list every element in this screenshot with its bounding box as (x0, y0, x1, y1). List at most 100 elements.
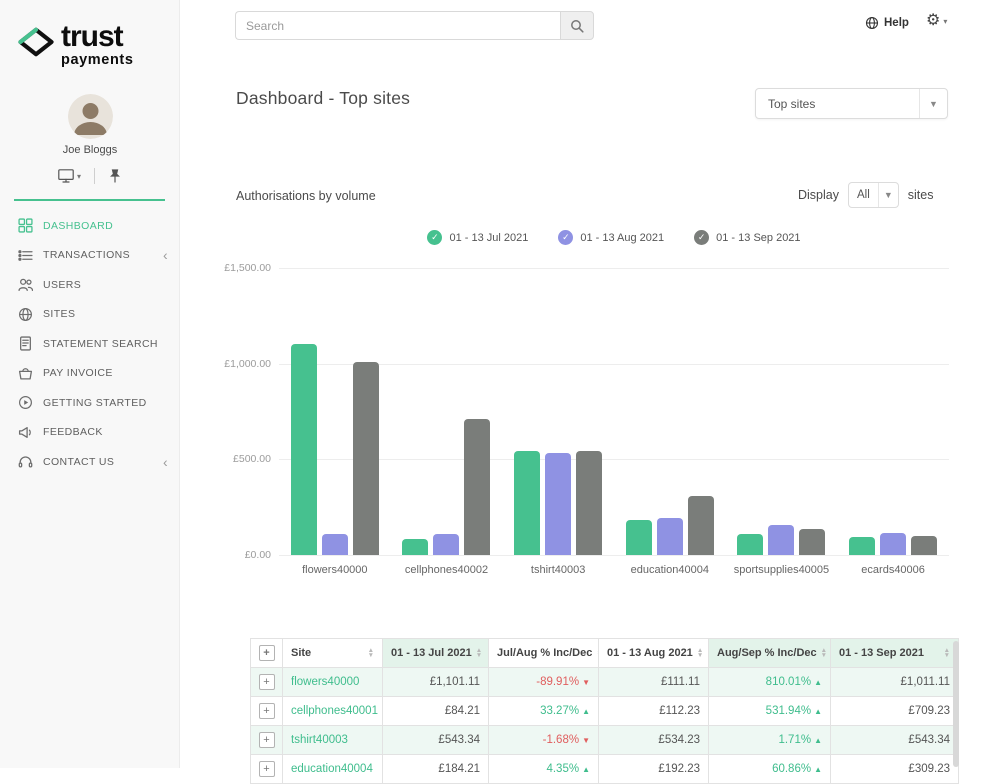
bar-group-sportsupplies40005 (737, 525, 826, 555)
bar-cellphones40002[interactable] (464, 419, 491, 555)
column-header[interactable]: 01 - 13 Sep 2021 ▲ ▼ (830, 638, 959, 668)
sidebar-item-sites[interactable]: SITES (0, 300, 180, 330)
x-axis-label: ecards40006 (861, 564, 925, 576)
sort-icon[interactable]: ▲▼ (944, 647, 950, 659)
sidebar-item-pay-invoice[interactable]: PAY INVOICE (0, 359, 180, 389)
trend-down-icon: ▼ (582, 678, 590, 687)
sidebar-item-contact-us[interactable]: CONTACT US ‹ (0, 447, 180, 477)
aug-sep-pct-cell: 60.86% ▲ (708, 754, 831, 784)
bar-cellphones40002[interactable] (402, 538, 429, 555)
aug-value-cell: £112.23 (598, 696, 709, 726)
help-button[interactable]: Help (865, 16, 909, 30)
column-header[interactable]: Jul/Aug % Inc/Dec▲▼ (488, 638, 599, 668)
search-bar (235, 11, 594, 40)
y-tick-label: £1,000.00 (224, 357, 271, 370)
bar-tshirt40003[interactable] (576, 451, 603, 555)
bar-ecards40006[interactable] (880, 533, 907, 555)
column-header[interactable]: 01 - 13 Jul 2021 ▲ ▼ (382, 638, 489, 668)
pin-icon (110, 169, 120, 183)
bar-flowers40000[interactable] (321, 533, 348, 555)
expand-row-button[interactable]: + (258, 674, 275, 690)
column-header-label: Jul/Aug % Inc/Dec (497, 647, 593, 659)
brand-name: trust (61, 20, 124, 53)
monitor-icon (58, 169, 74, 183)
check-icon: ✓ (694, 230, 710, 245)
bar-ecards40006[interactable] (849, 536, 876, 555)
avatar[interactable] (68, 94, 113, 139)
aug-value-cell: £192.23 (598, 754, 709, 784)
sidebar-item-feedback[interactable]: FEEDBACK (0, 418, 180, 448)
expand-row-button[interactable]: + (258, 761, 275, 777)
legend-item[interactable]: ✓ 01 - 13 Sep 2021 (694, 230, 801, 245)
sidebar-item-statement-search[interactable]: STATEMENT SEARCH (0, 329, 180, 359)
bar-sportsupplies40005[interactable] (768, 525, 795, 555)
site-link[interactable]: tshirt40003 (291, 734, 348, 746)
column-header[interactable]: 01 - 13 Aug 2021 ▲ ▼ (598, 638, 709, 668)
column-header[interactable]: Aug/Sep % Inc/Dec ▲ ▼ (708, 638, 831, 668)
scrollbar-thumb[interactable] (953, 641, 959, 767)
transactions-icon (18, 248, 33, 263)
expand-row-button[interactable]: + (258, 703, 275, 719)
sidebar-item-label: DASHBOARD (43, 219, 114, 232)
bar-flowers40000[interactable] (352, 361, 379, 555)
aug-sep-pct-cell: 1.71% ▲ (708, 725, 831, 755)
pin-button[interactable] (108, 169, 122, 183)
sort-icon[interactable]: ▲▼ (476, 647, 482, 659)
sidebar-item-transactions[interactable]: TRANSACTIONS ‹ (0, 241, 180, 271)
bar-sportsupplies40005[interactable] (737, 534, 764, 555)
jul-value-cell: £1,101.11 (382, 667, 489, 697)
site-link[interactable]: flowers40000 (291, 676, 359, 688)
expand-all-button[interactable]: + (258, 645, 275, 661)
trend-up-icon: ▲ (582, 765, 590, 774)
site-link[interactable]: education40004 (291, 763, 373, 775)
sidebar-item-label: STATEMENT SEARCH (43, 337, 158, 350)
expand-row-button[interactable]: + (258, 732, 275, 748)
table-row: + education40004 £184.21 4.35% ▲ £192.23 60.86… (250, 754, 959, 784)
y-tick-label: £0.00 (244, 549, 271, 561)
legend-item[interactable]: ✓ 01 - 13 Aug 2021 (558, 230, 664, 245)
x-axis-label: flowers40000 (302, 564, 368, 576)
workstation-selector[interactable]: ▾ (58, 169, 81, 183)
sort-icon[interactable]: ▲▼ (821, 647, 827, 659)
sidebar-item-users[interactable]: USERS (0, 270, 180, 300)
x-axis-label: sportsupplies40005 (733, 564, 830, 576)
sidebar-item-getting-started[interactable]: GETTING STARTED (0, 388, 180, 418)
column-header-label: 01 - 13 Jul 2021 (391, 647, 472, 659)
sort-icon[interactable]: ▲▼ (697, 647, 703, 659)
site-cell: flowers40000 (282, 667, 383, 697)
site-cell: education40004 (282, 754, 383, 784)
bar-flowers40000[interactable] (290, 344, 317, 555)
bar-cellphones40002[interactable] (433, 533, 460, 555)
user-name: Joe Bloggs (62, 144, 118, 156)
column-header[interactable]: Site ▲ ▼ (282, 638, 383, 668)
aug-sep-pct-cell: 810.01% ▲ (708, 667, 831, 697)
site-link[interactable]: cellphones40001 (291, 705, 378, 717)
section-title: Authorisations by volume (236, 189, 376, 203)
trend-up-icon: ▲ (814, 736, 822, 745)
bar-ecards40006[interactable] (911, 535, 938, 555)
sort-icon[interactable]: ▲▼ (368, 647, 374, 659)
search-input[interactable] (235, 11, 560, 40)
bar-tshirt40003[interactable] (514, 451, 541, 555)
trust-payments-logo-icon (18, 27, 54, 57)
bar-education40004[interactable] (687, 495, 714, 555)
display-count-select[interactable]: All ▼ (848, 182, 899, 208)
bar-education40004[interactable] (656, 518, 683, 555)
contact-us-icon (18, 454, 33, 469)
feedback-icon (18, 425, 33, 440)
bar-group-cellphones40002 (402, 419, 491, 555)
statement-search-icon (18, 336, 33, 351)
site-cell: cellphones40001 (282, 696, 383, 726)
bar-sportsupplies40005[interactable] (799, 529, 826, 555)
sites-icon (18, 307, 33, 322)
report-select[interactable]: Top sites ▼ (755, 88, 948, 119)
sidebar-item-dashboard[interactable]: DASHBOARD (0, 211, 180, 241)
aug-value-cell: £111.11 (598, 667, 709, 697)
search-button[interactable] (560, 11, 594, 40)
bar-education40004[interactable] (625, 519, 652, 555)
page-title: Dashboard - Top sites (236, 88, 411, 108)
bar-tshirt40003[interactable] (545, 452, 572, 555)
legend-item[interactable]: ✓ 01 - 13 Jul 2021 (427, 230, 528, 245)
expand-cell: + (250, 725, 283, 755)
settings-menu[interactable]: ⚙ ▾ (926, 13, 947, 29)
